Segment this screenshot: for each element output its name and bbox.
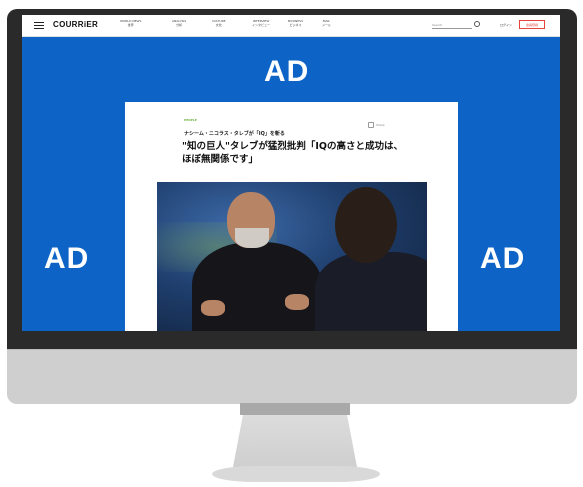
nav-item-analysis[interactable]: ANALYSIS 分析 — [172, 19, 186, 27]
article-subhead: ナシーム・ニコラス・タレブが「IQ」を斬る — [184, 131, 285, 137]
search-icon[interactable] — [474, 21, 480, 27]
ad-banner-top[interactable]: AD — [264, 55, 309, 89]
monitor-neck-joint — [240, 403, 350, 415]
hamburger-menu-icon[interactable] — [34, 22, 44, 29]
site-logo[interactable]: COURRiER — [53, 20, 98, 29]
monitor-chin — [7, 349, 577, 404]
article-card: PEOPLE Share ナシーム・ニコラス・タレブが「IQ」を斬る "知の巨人… — [125, 102, 458, 331]
monitor-stand-base — [212, 466, 380, 482]
article-photo — [157, 182, 427, 331]
nav-item-world[interactable]: WORLD NEWS 世界 — [120, 19, 141, 27]
site-header: COURRiER WORLD NEWS 世界 ANALYSIS 分析 CULTU… — [22, 15, 560, 37]
share-icon — [368, 122, 374, 128]
article-headline: "知の巨人"タレブが猛烈批判「IQの高さと成功は、ほぼ無関係です」 — [182, 141, 404, 165]
search-input[interactable]: Search — [432, 23, 472, 29]
signup-button[interactable]: 会員登録 — [519, 20, 545, 29]
login-link[interactable]: ログイン — [500, 23, 512, 27]
nav-item-interview[interactable]: INTERVIEW インタビュー — [252, 19, 270, 27]
ad-banner-right[interactable]: AD — [480, 242, 525, 276]
nav-item-business[interactable]: BUSINESS ビジネス — [288, 19, 303, 27]
share-button[interactable]: Share — [368, 122, 385, 128]
monitor-screen: COURRiER WORLD NEWS 世界 ANALYSIS 分析 CULTU… — [22, 15, 560, 331]
monitor-stand-neck — [233, 415, 357, 467]
nav-item-culture[interactable]: CULTURE 文化 — [212, 19, 226, 27]
ad-banner-left[interactable]: AD — [44, 242, 89, 276]
nav-item-mail[interactable]: MAIL メール — [322, 19, 331, 27]
article-category[interactable]: PEOPLE — [184, 118, 197, 122]
